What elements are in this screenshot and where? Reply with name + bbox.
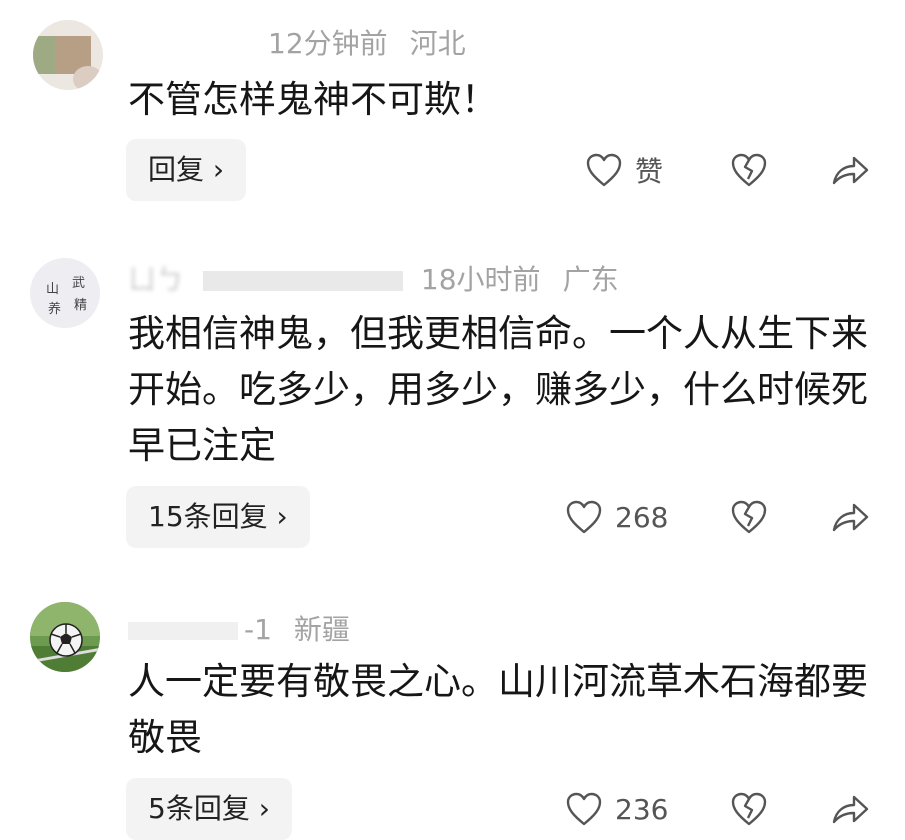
- like-label: 赞: [635, 155, 664, 188]
- comment-actions: 赞: [555, 139, 885, 201]
- username-blur-block: [128, 622, 238, 640]
- username-partial: -1: [244, 613, 272, 646]
- share-icon: [832, 156, 869, 185]
- avatar-char: 养: [48, 302, 62, 317]
- comment-location: 广东: [562, 263, 619, 296]
- comment-actions: 236: [555, 778, 885, 840]
- like-count: 268: [615, 500, 669, 534]
- username-blurred: ㄩㄅ: [128, 263, 185, 296]
- broken-heart-icon: [731, 792, 767, 826]
- avatar-char: 武: [72, 276, 86, 291]
- avatar-char: 山: [46, 282, 60, 297]
- comment-text: 人一定要有敬畏之心。山川河流草木石海都要敬畏: [128, 660, 868, 759]
- avatar[interactable]: 山 武 养 精: [30, 258, 100, 328]
- like-button[interactable]: 268: [565, 486, 668, 548]
- comment-item: 12分钟前 河北 不管怎样鬼神不可欺！ 回复 › 赞: [0, 0, 905, 215]
- like-button[interactable]: 236: [565, 778, 668, 840]
- comment-meta: ㄩㄅ 18小时前 广东: [128, 258, 641, 298]
- reply-button[interactable]: 回复 ›: [126, 139, 247, 201]
- comment-text: 不管怎样鬼神不可欺！: [128, 78, 498, 121]
- broken-heart-icon: [731, 153, 767, 187]
- comment-item: -1 新疆 人一定要有敬畏之心。山川河流草木石海都要敬畏 5条回复 › 236: [0, 590, 905, 840]
- share-icon: [832, 503, 869, 532]
- share-button[interactable]: [830, 778, 870, 840]
- comment-time: 12分钟前: [268, 27, 388, 60]
- heart-icon: [586, 153, 622, 187]
- share-icon: [832, 795, 869, 824]
- avatar-blur-block: [33, 36, 55, 74]
- avatar[interactable]: [33, 20, 103, 90]
- dislike-button[interactable]: [730, 486, 768, 548]
- broken-heart-icon: [731, 500, 767, 534]
- comment-location: 河北: [409, 27, 466, 60]
- like-button[interactable]: 赞: [585, 139, 663, 201]
- comment-meta: -1 新疆: [128, 608, 372, 648]
- username-blur-block: [202, 271, 403, 291]
- avatar[interactable]: [30, 602, 100, 672]
- avatar-blur-block: [73, 66, 103, 90]
- comment-time: 18小时前: [420, 263, 541, 296]
- dislike-button[interactable]: [730, 139, 768, 201]
- comment-text: 我相信神鬼，但我更相信命。一个人从生下来开始。吃多少，用多少，赚多少，什么时候死…: [128, 312, 868, 467]
- reply-button[interactable]: 5条回复 ›: [126, 778, 292, 840]
- soccer-ball-icon: [49, 623, 83, 657]
- dislike-button[interactable]: [730, 778, 768, 840]
- heart-icon: [566, 792, 602, 826]
- comment-actions: 268: [555, 486, 885, 548]
- share-button[interactable]: [830, 486, 870, 548]
- comment-meta: 12分钟前 河北: [268, 22, 488, 62]
- avatar-char: 精: [74, 298, 88, 313]
- comment-location: 新疆: [293, 613, 350, 646]
- share-button[interactable]: [830, 139, 870, 201]
- reply-button[interactable]: 15条回复 ›: [126, 486, 310, 548]
- heart-icon: [566, 500, 602, 534]
- comment-item: 山 武 养 精 ㄩㄅ 18小时前 广东 我相信神鬼，但我更相信命。一个人从生下来开…: [0, 230, 905, 560]
